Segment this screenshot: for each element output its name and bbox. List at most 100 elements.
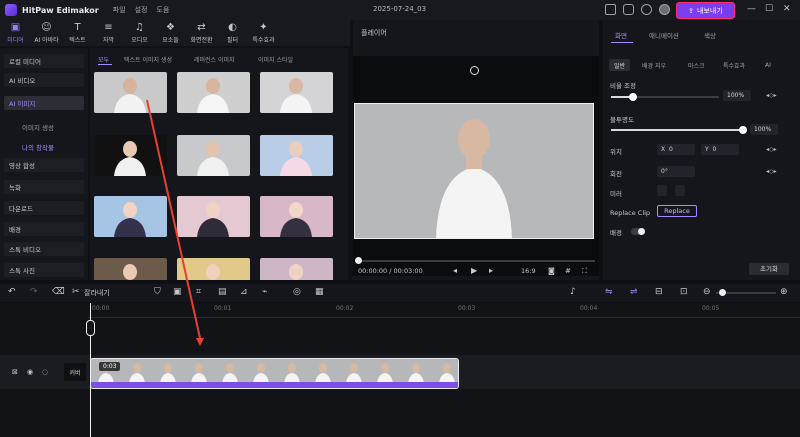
subtab-mask[interactable]: 마스크 — [683, 59, 710, 71]
lock-icon[interactable]: ⊠ — [12, 367, 18, 377]
sidebar-item-8[interactable]: 스톡 사진 — [4, 263, 84, 277]
cover-button[interactable]: 커버 — [64, 363, 86, 381]
sidebar-item-3[interactable]: 영상 합성 — [4, 158, 84, 172]
media-thumbnail[interactable] — [177, 72, 250, 113]
media-thumbnail[interactable] — [94, 258, 167, 280]
tab-all[interactable]: 모두 — [98, 55, 109, 64]
subtab-effects[interactable]: 특수효과 — [718, 59, 750, 71]
mirror-icon[interactable]: ⊿ — [240, 287, 248, 297]
menu-file[interactable]: 파일 — [113, 5, 126, 15]
scissors-icon[interactable]: ✂ — [72, 287, 80, 297]
sidebar-item-5[interactable]: 다운로드 — [4, 201, 84, 215]
avatar[interactable] — [659, 4, 670, 15]
snapshot-icon[interactable]: ◙ — [548, 266, 555, 276]
sidebar-item-1[interactable]: AI 비디오 — [4, 73, 84, 87]
tool-filter[interactable]: ◐ 필터 — [217, 20, 248, 46]
undo-icon[interactable]: ↶ — [8, 287, 16, 297]
eye-icon[interactable]: ◉ — [27, 367, 33, 377]
media-thumbnail[interactable] — [177, 258, 250, 280]
feedback-icon[interactable] — [623, 4, 634, 15]
rotate-handle-icon[interactable] — [470, 66, 479, 75]
media-thumbnail[interactable] — [260, 196, 333, 237]
tab-animation[interactable]: 애니메이션 — [649, 30, 679, 40]
crop-icon[interactable]: ⌗ — [196, 287, 201, 297]
progress-track[interactable] — [357, 260, 595, 262]
fullscreen-icon[interactable]: ⛶ — [582, 266, 587, 276]
zoom-slider[interactable] — [716, 289, 776, 296]
replace-button[interactable]: Replace — [657, 205, 697, 217]
tool-avatar[interactable]: ☺ AI 아바타 — [31, 20, 62, 46]
scale-slider[interactable] — [611, 93, 719, 101]
opacity-slider[interactable] — [611, 126, 747, 134]
rotation-field[interactable]: 0° — [657, 166, 695, 177]
media-thumbnail[interactable] — [177, 135, 250, 176]
tool-transition[interactable]: ⇄ 화면전환 — [186, 20, 217, 46]
download-icon[interactable] — [641, 4, 652, 15]
tool-elements[interactable]: ❖ 요소들 — [155, 20, 186, 46]
tool-subtitle[interactable]: ≡ 자막 — [93, 20, 124, 46]
split-label[interactable]: 잘라내기 — [84, 288, 110, 298]
sidebar-item-6[interactable]: 배경 — [4, 222, 84, 236]
split-view-icon[interactable]: ⊟ — [655, 287, 663, 297]
tool-effects[interactable]: ✦ 특수효과 — [248, 20, 279, 46]
sidebar-sub-1[interactable]: 나의 창작물 — [22, 142, 54, 152]
tool-media[interactable]: ▣ 미디어 — [0, 20, 31, 46]
export-button[interactable]: ⇪ 내보내기 — [676, 2, 735, 19]
subtab-general[interactable]: 일반 — [609, 59, 631, 71]
zoom-in-icon[interactable]: ⊕ — [780, 287, 788, 297]
menu-settings[interactable]: 설정 — [135, 5, 148, 15]
close-icon[interactable]: ✕ — [783, 4, 791, 14]
minimize-icon[interactable]: — — [747, 4, 756, 14]
tab-screen[interactable]: 화면 — [615, 30, 627, 40]
media-thumbnail[interactable] — [94, 135, 167, 176]
ai-icon[interactable]: ◎ — [293, 287, 301, 297]
keyframe-icon[interactable]: ◂◇▸ — [766, 92, 777, 99]
keyframe-icon[interactable]: ◂◇▸ — [766, 168, 777, 175]
freeze-icon[interactable]: ▤ — [218, 287, 227, 297]
keyframe-icon[interactable]: ◂◇▸ — [766, 146, 777, 153]
background-toggle[interactable] — [631, 228, 645, 235]
maximize-icon[interactable]: ☐ — [765, 4, 773, 14]
scale-value[interactable]: 100% — [723, 90, 751, 101]
tab-text-to-image[interactable]: 텍스트 이미지 생성 — [124, 55, 172, 64]
tab-color[interactable]: 색상 — [704, 30, 716, 40]
next-frame-icon[interactable]: ▸ — [489, 266, 493, 276]
tool-audio[interactable]: ♫ 오디오 — [124, 20, 155, 46]
flip-horizontal-icon[interactable] — [657, 185, 667, 196]
opacity-value[interactable]: 100% — [750, 124, 778, 135]
media-thumbnail[interactable] — [177, 196, 250, 237]
layout-icon[interactable] — [605, 4, 616, 15]
media-thumbnail[interactable] — [94, 196, 167, 237]
media-thumbnail[interactable] — [260, 258, 333, 280]
link-icon[interactable]: ⇋ — [605, 287, 613, 297]
tool-text[interactable]: T 텍스트 — [62, 20, 93, 46]
sidebar-item-7[interactable]: 스톡 비디오 — [4, 242, 84, 256]
caption-icon[interactable]: ▦ — [315, 287, 324, 297]
delete-icon[interactable]: ⌫ — [52, 287, 65, 297]
redo-icon[interactable]: ↷ — [30, 287, 38, 297]
text-box-icon[interactable]: ▣ — [173, 287, 182, 297]
reset-button[interactable]: 초기화 — [749, 263, 789, 275]
sidebar-item-4[interactable]: 녹화 — [4, 180, 84, 194]
flip-vertical-icon[interactable] — [675, 185, 685, 196]
playhead-handle[interactable] — [86, 320, 95, 336]
sidebar-sub-0[interactable]: 이미지 생성 — [22, 122, 54, 132]
video-clip[interactable]: 0:03 — [90, 358, 459, 389]
shield-icon[interactable]: ⛉ — [154, 287, 161, 297]
magnet-icon[interactable]: ⇌ — [630, 287, 638, 297]
media-thumbnail[interactable] — [260, 135, 333, 176]
menu-help[interactable]: 도움 — [156, 5, 169, 15]
tab-reference-image[interactable]: 레퍼런스 이미지 — [194, 55, 235, 64]
tab-image-style[interactable]: 이미지 스타일 — [258, 55, 293, 64]
prev-frame-icon[interactable]: ◂ — [453, 266, 457, 276]
y-field[interactable]: Y 0 — [701, 144, 739, 155]
microphone-icon[interactable]: ♪ — [570, 287, 576, 297]
x-field[interactable]: X 0 — [657, 144, 695, 155]
media-thumbnail[interactable] — [260, 72, 333, 113]
play-icon[interactable]: ▶ — [471, 266, 477, 276]
grid-icon[interactable]: # — [565, 266, 571, 276]
media-thumbnail[interactable] — [94, 72, 167, 113]
zoom-out-icon[interactable]: ⊖ — [703, 287, 711, 297]
fit-icon[interactable]: ⊡ — [680, 287, 688, 297]
sidebar-item-2[interactable]: AI 이미지 — [4, 96, 84, 110]
